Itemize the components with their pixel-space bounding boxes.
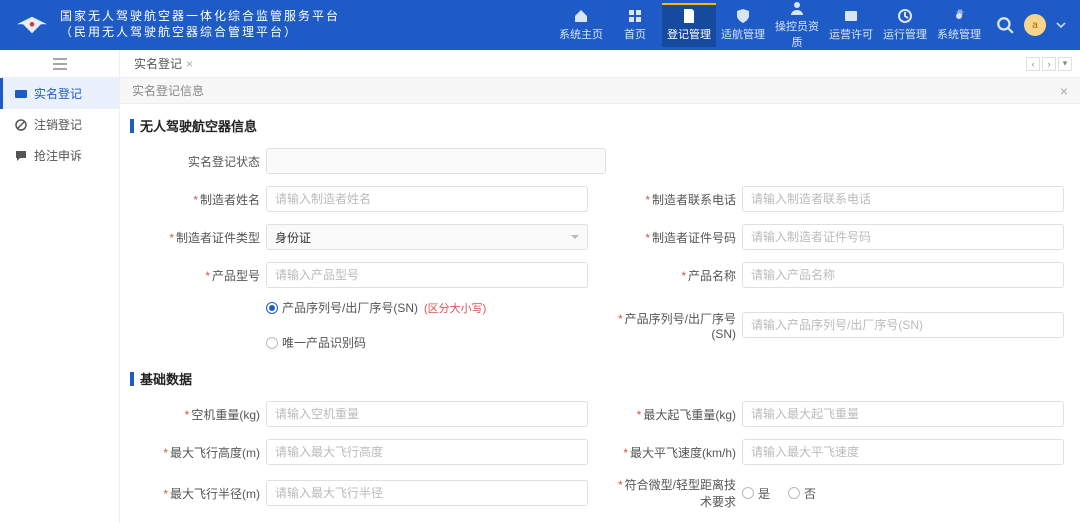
sidebar-item-label: 实名登记 xyxy=(34,85,82,102)
nav-item-license[interactable]: 运营许可 xyxy=(824,3,878,47)
label-reg-state: 实名登记状态 xyxy=(136,153,266,170)
sidebar-item-cancel[interactable]: 注销登记 xyxy=(0,109,119,140)
label-mfr-phone: 制造者联系电话 xyxy=(612,191,742,208)
select-mfr-cert-type[interactable] xyxy=(266,224,588,250)
cancel-icon xyxy=(14,118,28,132)
platform-title-2: （民用无人驾驶航空器综合管理平台） xyxy=(60,25,340,41)
tab-controls: ‹ › ▾ xyxy=(1026,57,1072,71)
nav-item-pilot[interactable]: 操控员资质 xyxy=(770,0,824,55)
tab-prev-button[interactable]: ‹ xyxy=(1026,57,1040,71)
label-max-alt: 最大飞行高度(m) xyxy=(136,444,266,461)
input-max-hspeed[interactable] xyxy=(742,439,1064,465)
input-max-alt[interactable] xyxy=(266,439,588,465)
label-prod-model: 产品型号 xyxy=(136,267,266,284)
sidebar-collapse-button[interactable] xyxy=(0,50,119,78)
nav-item-registration[interactable]: 登记管理 xyxy=(662,3,716,47)
appeal-icon xyxy=(14,149,28,163)
nav-item-system[interactable]: 系统管理 xyxy=(932,3,986,47)
top-navbar: 国家无人驾驶航空器一体化综合监管服务平台 （民用无人驾驶航空器综合管理平台） 系… xyxy=(0,0,1080,50)
chevron-down-icon[interactable] xyxy=(1056,16,1066,34)
label-max-radius: 最大飞行半径(m) xyxy=(136,485,266,502)
input-mfr-name[interactable] xyxy=(266,186,588,212)
platform-title-1: 国家无人驾驶航空器一体化综合监管服务平台 xyxy=(60,9,340,25)
tab-next-button[interactable]: › xyxy=(1042,57,1056,71)
label-mfr-name: 制造者姓名 xyxy=(136,191,266,208)
radio-group-micro-req: 是 否 xyxy=(742,485,1064,502)
label-prod-name: 产品名称 xyxy=(612,267,742,284)
nav-item-operation[interactable]: 运行管理 xyxy=(878,3,932,47)
breadcrumb-bar: 实名登记信息 × xyxy=(120,78,1080,104)
input-mfr-cert-no[interactable] xyxy=(742,224,1064,250)
panel-close-icon[interactable]: × xyxy=(1060,83,1068,99)
tab-realname[interactable]: 实名登记× xyxy=(128,55,199,72)
label-max-hspeed: 最大平飞速度(km/h) xyxy=(612,444,742,461)
nav-item-airworthiness[interactable]: 适航管理 xyxy=(716,3,770,47)
sidebar-item-label: 注销登记 xyxy=(34,116,82,133)
input-max-radius[interactable] xyxy=(266,480,588,506)
nav-item-index[interactable]: 首页 xyxy=(608,3,662,47)
radio-micro-yes[interactable]: 是 xyxy=(742,485,770,502)
id-icon xyxy=(14,87,28,101)
radio-micro-no[interactable]: 否 xyxy=(788,485,816,502)
label-prod-sn: 产品序列号/出厂序号(SN) xyxy=(612,310,742,341)
tab-bar: 实名登记× ‹ › ▾ xyxy=(120,50,1080,78)
input-prod-model[interactable] xyxy=(266,262,588,288)
menu-icon xyxy=(52,58,68,70)
user-avatar[interactable]: a xyxy=(1024,14,1046,36)
input-prod-sn[interactable] xyxy=(742,312,1064,338)
nav-right-tools: a xyxy=(996,14,1066,36)
input-reg-state xyxy=(266,148,606,174)
brand-block: 国家无人驾驶航空器一体化综合监管服务平台 （民用无人驾驶航空器综合管理平台） xyxy=(14,9,340,40)
input-max-takeoff[interactable] xyxy=(742,401,1064,427)
sidebar-item-realname[interactable]: 实名登记 xyxy=(0,78,119,109)
radio-sn[interactable]: 产品序列号/出厂序号(SN)(区分大小写) xyxy=(266,299,486,316)
input-mfr-phone[interactable] xyxy=(742,186,1064,212)
uav-logo-icon xyxy=(14,13,50,37)
search-icon[interactable] xyxy=(996,16,1014,34)
form-body[interactable]: 无人驾驶航空器信息 实名登记状态 制造者姓名 制造者联系电话 制造者证件类型 xyxy=(120,104,1080,523)
section-title-basic: 基础数据 xyxy=(130,369,1070,388)
top-nav-menu: 系统主页 首页 登记管理 适航管理 操控员资质 运营许可 运行管理 系统管理 xyxy=(554,0,986,55)
sidebar-item-label: 抢注申诉 xyxy=(34,147,82,164)
label-micro-req: 符合微型/轻型距离技术要求 xyxy=(612,476,742,510)
radio-group-sn-type: 产品序列号/出厂序号(SN)(区分大小写) 唯一产品识别码 xyxy=(266,299,588,351)
left-sidebar: 实名登记 注销登记 抢注申诉 xyxy=(0,50,120,523)
nav-item-home[interactable]: 系统主页 xyxy=(554,3,608,47)
label-max-takeoff: 最大起飞重量(kg) xyxy=(612,406,742,423)
input-empty-weight[interactable] xyxy=(266,401,588,427)
sidebar-item-appeal[interactable]: 抢注申诉 xyxy=(0,140,119,171)
breadcrumb: 实名登记信息 xyxy=(132,82,204,99)
label-empty-weight: 空机重量(kg) xyxy=(136,406,266,423)
tab-menu-button[interactable]: ▾ xyxy=(1058,57,1072,71)
input-prod-name[interactable] xyxy=(742,262,1064,288)
label-mfr-cert-type: 制造者证件类型 xyxy=(136,229,266,246)
tab-close-icon[interactable]: × xyxy=(186,57,193,71)
radio-uid[interactable]: 唯一产品识别码 xyxy=(266,334,366,351)
label-mfr-cert-no: 制造者证件号码 xyxy=(612,229,742,246)
section-title-uav: 无人驾驶航空器信息 xyxy=(130,116,1070,135)
